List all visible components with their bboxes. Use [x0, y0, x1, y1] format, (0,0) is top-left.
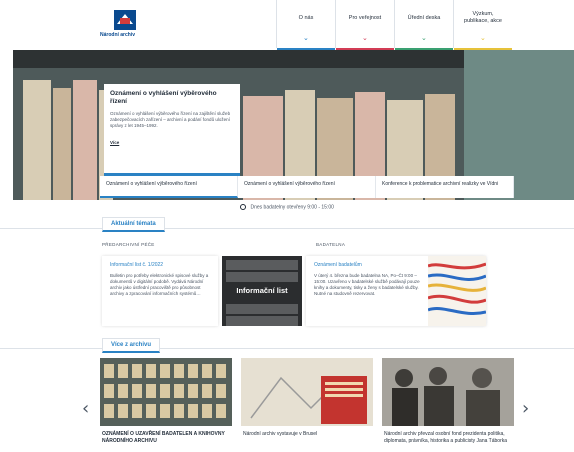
section-divider [0, 228, 574, 229]
clock-icon [240, 204, 247, 210]
nav-item-label: Výzkum, publikace, akce [464, 11, 502, 24]
news-title[interactable]: Oznámení badatelům [314, 262, 424, 268]
news-card-reading-room[interactable]: Oznámení badatelům V úterý 4. března bud… [306, 256, 486, 326]
section-divider [0, 348, 574, 349]
carousel-prev-icon[interactable]: ‹ [82, 400, 89, 418]
chevron-down-icon: ⌄ [480, 35, 486, 42]
nav-item-label: Úřední deska [407, 15, 441, 21]
news-body: V úterý 4. března bude badatelna NA, Po–… [314, 273, 420, 296]
category-label: PŘEDARCHIVNÍ PÉČE [102, 242, 155, 247]
site-header: Národní archiv O nás ⌄ Pro veřejnost ⌄ Ú… [0, 0, 574, 50]
section-title-current: Aktuální témata [102, 217, 165, 232]
site-logo[interactable]: Národní archiv [100, 10, 155, 44]
hero-tabs: Oznámení o vyhlášení výběrového řízení O… [100, 176, 514, 198]
carousel-card-title: Národní archiv převzal osobní fond prezi… [384, 431, 508, 444]
carousel-card-title: Národní archiv vystavuje v Brusel [243, 431, 318, 437]
hero-tab-1[interactable]: Oznámení o vyhlášení výběrového řízení [100, 176, 238, 198]
carousel-card[interactable]: Národní archiv vystavuje v Brusel [241, 358, 373, 452]
nav-item-research[interactable]: Výzkum, publikace, akce ⌄ [453, 0, 512, 50]
hero-image-book [73, 80, 97, 200]
hero-card-title: Oznámení o vyhlášení výběrového řízení [110, 90, 217, 105]
info-image-shelf [226, 260, 298, 270]
main-nav: O nás ⌄ Pro veřejnost ⌄ Úřední deska ⌄ V… [276, 0, 512, 50]
carousel-card[interactable]: OZNÁMENÍ O UZAVŘENÍ BADATELEN A KNIHOVNY… [100, 358, 232, 452]
carousel-card-title: OZNÁMENÍ O UZAVŘENÍ BADATELEN A KNIHOVNY… [102, 431, 225, 444]
hero-card-more-link[interactable]: Více [110, 140, 119, 145]
carousel-next-icon[interactable]: › [522, 400, 529, 418]
ribbon-image [428, 256, 486, 326]
hero-image-book [23, 80, 51, 200]
info-image-shelf [226, 272, 298, 282]
hero-image-book [53, 88, 71, 200]
chevron-down-icon: ⌄ [421, 35, 427, 42]
news-card-info-list[interactable]: Informační list č. 1/2022 Bulletin pro p… [102, 256, 218, 326]
news-title[interactable]: Informační list č. 1/2022 [110, 262, 210, 268]
nav-item-label: Pro veřejnost [348, 15, 382, 21]
carousel-image-portrait [382, 358, 514, 426]
info-image-shelf [226, 316, 298, 326]
info-image-caption: Informační list [236, 286, 288, 295]
carousel-card[interactable]: Národní archiv převzal osobní fond prezi… [382, 358, 514, 452]
hero-tab-2[interactable]: Oznámení o vyhlášení výběrového řízení [238, 176, 376, 198]
hero-featured-card[interactable]: Oznámení o vyhlášení výběrového řízení O… [104, 84, 240, 176]
info-image-shelf [226, 304, 298, 314]
opening-hours-text: Dnes badatelny otevřeny 9:00 - 15:00 [250, 204, 334, 211]
chevron-down-icon: ⌄ [362, 35, 368, 42]
info-list-image[interactable]: Informační list [222, 256, 302, 326]
national-archive-logo-icon [114, 10, 136, 30]
news-text-block: Oznámení badatelům V úterý 4. března bud… [314, 262, 424, 297]
nav-item-public[interactable]: Pro veřejnost ⌄ [335, 0, 394, 50]
category-label: BADATELNA [316, 242, 346, 247]
logo-text: Národní archiv [100, 32, 136, 38]
news-body: Bulletin pro potřeby elektronické spisov… [110, 273, 209, 296]
carousel-image-shelves [100, 358, 232, 426]
opening-hours: Dnes badatelny otevřeny 9:00 - 15:00 [0, 204, 574, 210]
hero-tab-3[interactable]: Konference k problematice archivní reali… [376, 176, 514, 198]
nav-item-about[interactable]: O nás ⌄ [276, 0, 335, 50]
carousel-image-exhibition [241, 358, 373, 426]
hero-card-body: Oznámení o vyhlášení výběrového řízení n… [110, 111, 231, 128]
nav-item-official-board[interactable]: Úřední deska ⌄ [394, 0, 453, 50]
nav-item-label: O nás [298, 15, 314, 21]
archive-carousel: OZNÁMENÍ O UZAVŘENÍ BADATELEN A KNIHOVNY… [100, 358, 514, 452]
section-title-more: Více z archivu [102, 338, 161, 353]
chevron-down-icon: ⌄ [303, 35, 309, 42]
